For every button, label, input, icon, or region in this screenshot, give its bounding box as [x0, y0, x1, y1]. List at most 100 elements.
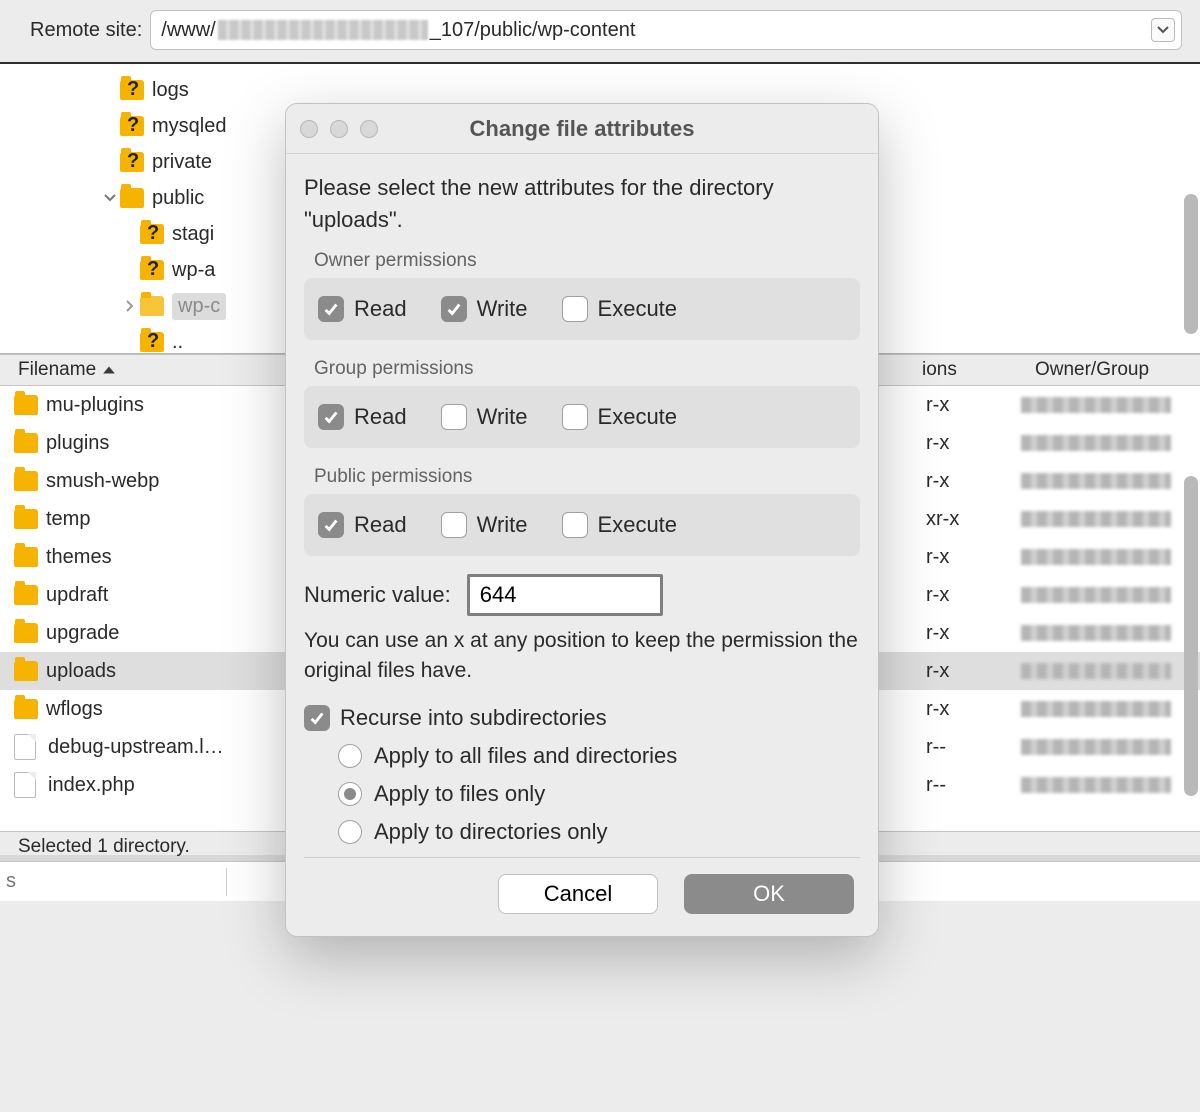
file-permissions: r-x — [926, 394, 1006, 417]
file-name: uploads — [46, 660, 116, 683]
permissions-hint: You can use an x at any position to keep… — [304, 626, 860, 687]
checkbox-icon — [304, 705, 330, 731]
checkbox-label: Write — [477, 512, 528, 538]
numeric-value-input[interactable] — [467, 574, 663, 616]
file-name: mu-plugins — [46, 394, 144, 417]
checkbox-label: Execute — [598, 512, 678, 538]
column-permissions[interactable]: ions — [922, 359, 1002, 381]
tree-scrollbar[interactable] — [1184, 194, 1198, 354]
checkbox-icon — [318, 404, 344, 430]
checkbox-label: Read — [354, 404, 407, 430]
remote-site-label: Remote site: — [30, 19, 142, 42]
masked-path-segment — [218, 20, 428, 40]
file-name: index.php — [48, 774, 135, 797]
public-read-checkbox[interactable]: Read — [318, 512, 407, 538]
public-permissions-label: Public permissions — [304, 466, 860, 488]
checkbox-icon — [441, 296, 467, 322]
folder-icon — [120, 188, 144, 208]
masked-owner-group — [1021, 739, 1171, 755]
group-execute-checkbox[interactable]: Execute — [562, 404, 678, 430]
file-icon — [14, 734, 36, 760]
file-name: updraft — [46, 584, 108, 607]
masked-owner-group — [1021, 701, 1171, 717]
file-name: upgrade — [46, 622, 119, 645]
radio-apply-all[interactable]: Apply to all files and directories — [338, 743, 860, 769]
folder-icon — [14, 623, 38, 643]
tree-item-label: stagi — [172, 223, 214, 246]
radio-apply-dirs[interactable]: Apply to directories only — [338, 819, 860, 845]
folder-icon — [120, 80, 144, 100]
column-owner-group[interactable]: Owner/Group — [1002, 359, 1182, 381]
file-list-scrollbar[interactable] — [1184, 476, 1198, 816]
masked-owner-group — [1021, 435, 1171, 451]
checkbox-icon — [441, 404, 467, 430]
group-permissions-label: Group permissions — [304, 358, 860, 380]
file-permissions: r-x — [926, 432, 1006, 455]
chevron-right-icon[interactable] — [120, 296, 140, 316]
file-name: smush-webp — [46, 470, 159, 493]
file-name: themes — [46, 546, 112, 569]
radio-apply-files[interactable]: Apply to files only — [338, 781, 860, 807]
group-write-checkbox[interactable]: Write — [441, 404, 528, 430]
file-permissions: r-- — [926, 736, 1006, 759]
separator — [304, 857, 860, 858]
masked-owner-group — [1021, 549, 1171, 565]
checkbox-icon — [441, 512, 467, 538]
masked-owner-group — [1021, 777, 1171, 793]
masked-owner-group — [1021, 511, 1171, 527]
folder-icon — [14, 585, 38, 605]
change-attributes-dialog: Change file attributes Please select the… — [285, 103, 879, 937]
folder-icon — [14, 395, 38, 415]
file-permissions: r-x — [926, 470, 1006, 493]
masked-owner-group — [1021, 625, 1171, 641]
remote-site-bar: Remote site: /www/ _107/public/wp-conten… — [0, 0, 1200, 62]
checkbox-label: Write — [477, 296, 528, 322]
ok-button[interactable]: OK — [684, 874, 854, 914]
remote-path-input[interactable]: /www/ _107/public/wp-content — [150, 10, 1182, 50]
file-permissions: r-x — [926, 546, 1006, 569]
tree-item-label: private — [152, 151, 212, 174]
folder-icon — [140, 296, 164, 316]
public-permissions-group: Public permissions Read Write Execute — [304, 466, 860, 556]
recurse-checkbox[interactable]: Recurse into subdirectories — [304, 705, 860, 731]
owner-permissions-label: Owner permissions — [304, 250, 860, 272]
tree-item-label: wp-a — [172, 259, 215, 282]
path-dropdown-button[interactable] — [1151, 18, 1175, 42]
folder-icon — [14, 699, 38, 719]
owner-read-checkbox[interactable]: Read — [318, 296, 407, 322]
group-read-checkbox[interactable]: Read — [318, 404, 407, 430]
chevron-down-icon — [1157, 26, 1169, 34]
dialog-title: Change file attributes — [286, 116, 878, 142]
public-execute-checkbox[interactable]: Execute — [562, 512, 678, 538]
masked-owner-group — [1021, 473, 1171, 489]
cancel-button[interactable]: Cancel — [498, 874, 658, 914]
file-permissions: r-x — [926, 622, 1006, 645]
file-name: debug-upstream.l… — [48, 736, 224, 759]
checkbox-label: Read — [354, 512, 407, 538]
folder-icon — [140, 224, 164, 244]
status-text: Selected 1 directory. — [18, 836, 190, 857]
tree-item-label: logs — [152, 79, 189, 102]
owner-execute-checkbox[interactable]: Execute — [562, 296, 678, 322]
file-permissions: r-x — [926, 584, 1006, 607]
radio-icon — [338, 744, 362, 768]
folder-icon — [120, 152, 144, 172]
dialog-titlebar[interactable]: Change file attributes — [286, 104, 878, 154]
public-write-checkbox[interactable]: Write — [441, 512, 528, 538]
radio-icon — [338, 820, 362, 844]
tree-item-label: mysqled — [152, 115, 226, 138]
owner-write-checkbox[interactable]: Write — [441, 296, 528, 322]
folder-icon — [140, 332, 164, 352]
file-name: plugins — [46, 432, 109, 455]
chevron-down-icon[interactable] — [100, 188, 120, 208]
folder-icon — [14, 547, 38, 567]
checkbox-icon — [562, 512, 588, 538]
tree-item-label: wp-c — [172, 293, 226, 320]
checkbox-icon — [318, 512, 344, 538]
masked-owner-group — [1021, 397, 1171, 413]
masked-owner-group — [1021, 587, 1171, 603]
folder-icon — [140, 260, 164, 280]
masked-owner-group — [1021, 663, 1171, 679]
numeric-value-label: Numeric value: — [304, 582, 451, 608]
file-permissions: xr-x — [926, 508, 1006, 531]
